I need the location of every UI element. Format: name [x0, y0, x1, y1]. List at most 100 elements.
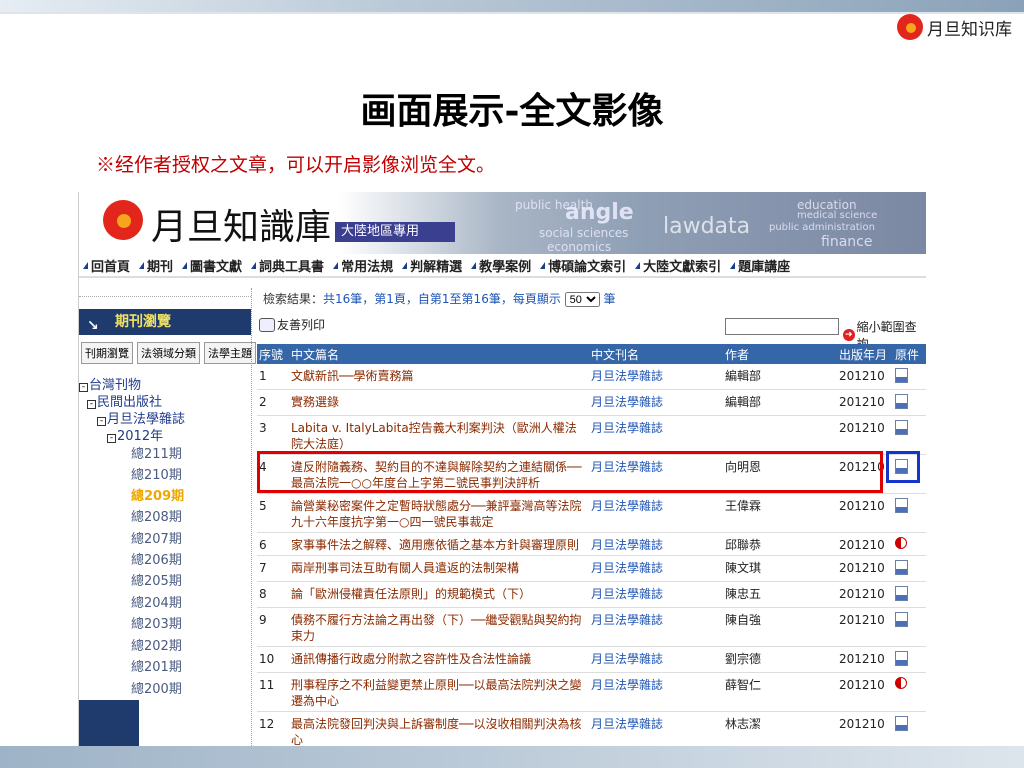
issue-link[interactable]: 總200期	[131, 678, 182, 697]
triangle-icon	[730, 261, 736, 269]
nav-item-dictionary[interactable]: 詞典工具書	[251, 256, 324, 275]
journal-link[interactable]: 月旦法學雜誌	[589, 711, 723, 746]
nav-item-judgments[interactable]: 判解精選	[402, 256, 462, 275]
journal-link[interactable]: 月旦法學雜誌	[589, 493, 723, 533]
collapse-icon[interactable]: ↘	[87, 313, 99, 339]
highlight-box-row	[257, 451, 883, 493]
banner-word: public administration	[769, 222, 875, 233]
nav-label: 常用法規	[341, 259, 394, 275]
nav-item-regulations[interactable]: 常用法規	[333, 256, 393, 275]
table-row[interactable]: 3 Labita v. ItalyLabita控告義大利案判決（歐洲人權法院大法庭…	[257, 415, 926, 455]
issue-link[interactable]: 總210期	[131, 464, 182, 483]
issue-link[interactable]: 總203期	[131, 613, 182, 632]
minus-icon[interactable]: -	[97, 417, 106, 426]
date-cell: 201210	[837, 415, 893, 455]
article-title-link[interactable]: 最高法院發回判決與上訴審制度──以沒收相關判決為核心	[289, 711, 589, 746]
main-nav: 回首頁 期刊 圖書文獻 詞典工具書 常用法規 判解精選 教學案例 博碩論文索引 …	[79, 254, 926, 278]
article-title-link[interactable]: 實務選錄	[289, 389, 589, 416]
journal-link[interactable]: 月旦法學雜誌	[589, 555, 723, 582]
per-page-select[interactable]: 50	[564, 292, 600, 307]
per-page-unit: 筆	[603, 292, 616, 306]
tab-field[interactable]: 法領域分類	[137, 342, 200, 364]
site-name[interactable]: 月旦知識庫	[151, 198, 331, 250]
journal-link[interactable]: 月旦法學雜誌	[589, 672, 723, 712]
table-row[interactable]: 1 文獻新訊──學術賣務篇 月旦法學雜誌 編輯部 201210	[257, 364, 926, 390]
col-header-date: 出版年月	[837, 344, 893, 364]
table-row[interactable]: 12 最高法院發回判決與上訴審制度──以沒收相關判決為核心 月旦法學雜誌 林志潔 201…	[257, 711, 926, 746]
journal-link[interactable]: 月旦法學雜誌	[589, 364, 723, 390]
nav-item-cases[interactable]: 教學案例	[471, 256, 531, 275]
article-title-link[interactable]: 通訊傳播行政處分附款之容許性及合法性論議	[289, 646, 589, 673]
original-cell	[893, 389, 926, 416]
article-title-link[interactable]: 刑事程序之不利益變更禁止原則──以最高法院判決之變遷為中心	[289, 672, 589, 712]
table-row[interactable]: 2 實務選錄 月旦法學雜誌 編輯部 201210	[257, 389, 926, 416]
original-cell	[893, 581, 926, 608]
document-icon[interactable]	[895, 394, 908, 409]
article-title-link[interactable]: 家事事件法之解釋、適用應依循之基本方針與審理原則	[289, 532, 589, 556]
sidebar-heading: ↘ 期刊瀏覽	[79, 309, 251, 335]
article-title-link[interactable]: 兩岸刑事司法互助有關人員遣返的法制架構	[289, 555, 589, 582]
document-icon[interactable]	[895, 612, 908, 627]
narrow-search-input[interactable]	[725, 318, 839, 335]
issue-link[interactable]: 總202期	[131, 635, 182, 654]
minus-icon[interactable]: -	[87, 400, 96, 409]
col-header-journal: 中文刊名	[589, 344, 723, 364]
row-number: 7	[257, 555, 289, 582]
journal-link[interactable]: 月旦法學雜誌	[589, 646, 723, 673]
date-cell: 201210	[837, 364, 893, 390]
pie-icon[interactable]	[895, 537, 907, 549]
journal-link[interactable]: 月旦法學雜誌	[589, 607, 723, 647]
document-icon[interactable]	[895, 651, 908, 666]
tab-issue-browse[interactable]: 刊期瀏覽	[81, 342, 133, 364]
results-body: 1 文獻新訊──學術賣務篇 月旦法學雜誌 編輯部 201210 2 實務選錄 月旦法學雜誌 編輯…	[257, 364, 926, 746]
journal-link[interactable]: 月旦法學雜誌	[589, 581, 723, 608]
table-row[interactable]: 8 論「歐洲侵權責任法原則」的規範模式（下） 月旦法學雜誌 陳忠五 201210	[257, 581, 926, 608]
slide: 月旦知识库 画面展示-全文影像 ※经作者授权之文章，可以开启影像浏览全文。 月旦…	[0, 0, 1024, 768]
table-row[interactable]: 5 論營業秘密案件之定暫時狀態處分──兼評臺灣高等法院九十六年度抗字第一○四一號民…	[257, 493, 926, 533]
document-icon[interactable]	[895, 586, 908, 601]
result-summary-text: 共16筆，第1頁，自第1至第16筆，每頁顯示	[323, 292, 561, 306]
site-logo-icon[interactable]	[103, 200, 143, 240]
article-title-link[interactable]: 論「歐洲侵權責任法原則」的規範模式（下）	[289, 581, 589, 608]
print-button[interactable]: 友善列印	[259, 316, 325, 333]
table-row[interactable]: 7 兩岸刑事司法互助有關人員遣返的法制架構 月旦法學雜誌 陳文琪 201210	[257, 555, 926, 582]
issue-link[interactable]: 總205期	[131, 570, 182, 589]
issue-link[interactable]: 總201期	[131, 656, 182, 675]
result-summary: 檢索結果：共16筆，第1頁，自第1至第16筆，每頁顯示 50 筆	[263, 290, 616, 307]
tree-node[interactable]: -2012年	[107, 425, 163, 444]
issue-link[interactable]: 總207期	[131, 528, 182, 547]
issue-link[interactable]: 總204期	[131, 592, 182, 611]
nav-item-books[interactable]: 圖書文獻	[182, 256, 242, 275]
tab-topic[interactable]: 法學主題	[204, 342, 256, 364]
top-band	[0, 0, 1024, 12]
journal-link[interactable]: 月旦法學雜誌	[589, 532, 723, 556]
nav-item-exam[interactable]: 題庫講座	[730, 256, 790, 275]
document-icon[interactable]	[895, 368, 908, 383]
table-row[interactable]: 11 刑事程序之不利益變更禁止原則──以最高法院判決之變遷為中心 月旦法學雜誌 薛智仁…	[257, 672, 926, 712]
table-row[interactable]: 6 家事事件法之解釋、適用應依循之基本方針與審理原則 月旦法學雜誌 邱聯恭 201210	[257, 532, 926, 556]
nav-item-journals[interactable]: 期刊	[139, 256, 173, 275]
issue-link[interactable]: 總211期	[131, 443, 182, 462]
nav-item-theses[interactable]: 博碩論文索引	[540, 256, 626, 275]
article-title-link[interactable]: 文獻新訊──學術賣務篇	[289, 364, 589, 390]
nav-item-home[interactable]: 回首頁	[83, 256, 130, 275]
article-title-link[interactable]: Labita v. ItalyLabita控告義大利案判決（歐洲人權法院大法庭）	[289, 415, 589, 455]
issue-link[interactable]: 總206期	[131, 549, 182, 568]
document-icon[interactable]	[895, 420, 908, 435]
article-title-link[interactable]: 債務不履行方法論之再出發（下）──繼受觀點與契約拘束力	[289, 607, 589, 647]
issue-link[interactable]: 總208期	[131, 506, 182, 525]
document-icon[interactable]	[895, 498, 908, 513]
document-icon[interactable]	[895, 560, 908, 575]
document-icon[interactable]	[895, 716, 908, 731]
nav-item-mainland[interactable]: 大陸文獻索引	[635, 256, 721, 275]
issue-link-selected[interactable]: 總209期	[131, 485, 184, 504]
nav-label: 博碩論文索引	[548, 259, 627, 275]
triangle-icon	[83, 261, 88, 269]
article-title-link[interactable]: 論營業秘密案件之定暫時狀態處分──兼評臺灣高等法院九十六年度抗字第一○四一號民事…	[289, 493, 589, 533]
table-row[interactable]: 10 通訊傳播行政處分附款之容許性及合法性論議 月旦法學雜誌 劉宗德 201210	[257, 646, 926, 673]
pie-icon[interactable]	[895, 677, 907, 689]
minus-icon[interactable]: -	[107, 434, 116, 443]
journal-link[interactable]: 月旦法學雜誌	[589, 389, 723, 416]
table-row[interactable]: 9 債務不履行方法論之再出發（下）──繼受觀點與契約拘束力 月旦法學雜誌 陳自強 201…	[257, 607, 926, 647]
journal-link[interactable]: 月旦法學雜誌	[589, 415, 723, 455]
